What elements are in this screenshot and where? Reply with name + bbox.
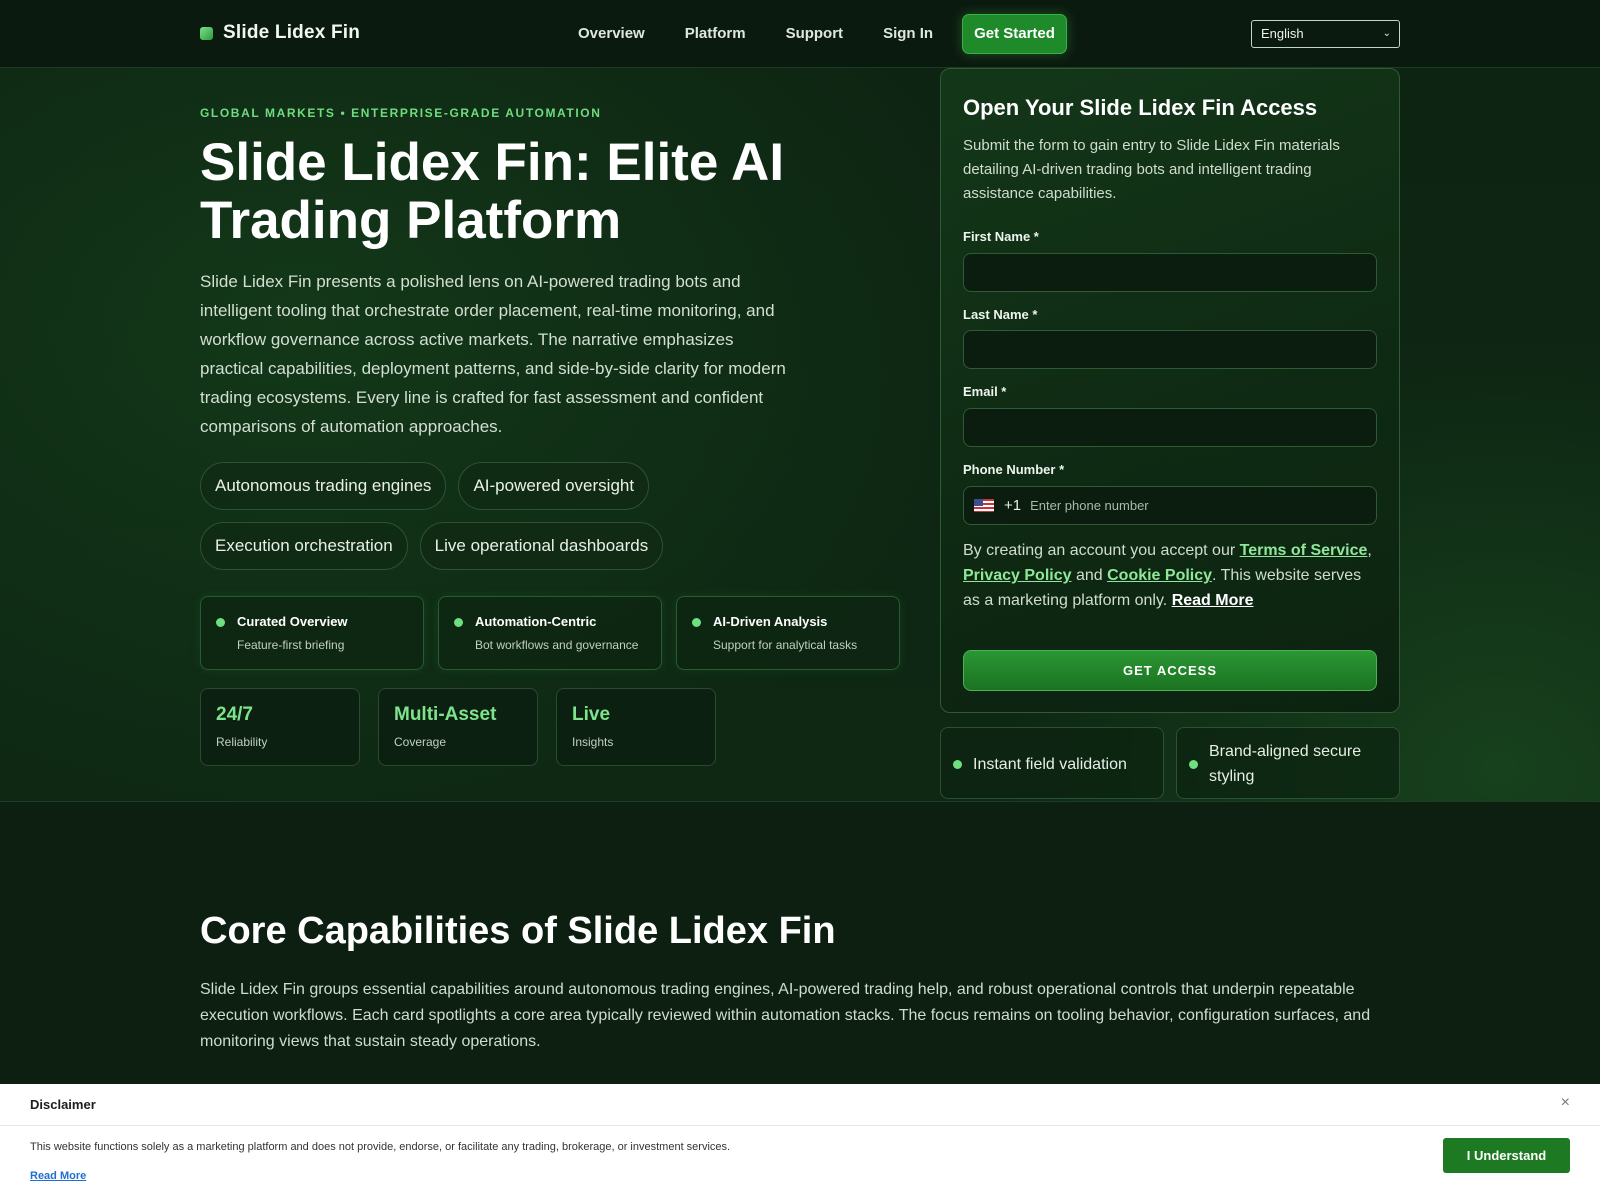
phone-placeholder: Enter phone number <box>1030 498 1149 513</box>
status-dot-icon <box>953 760 962 769</box>
stat-label: Insights <box>572 735 614 749</box>
hero-section: GLOBAL MARKETS • ENTERPRISE-GRADE AUTOMA… <box>0 68 1600 802</box>
close-icon[interactable]: × <box>1561 1094 1570 1112</box>
feature-title: AI-Driven Analysis <box>713 614 828 629</box>
chip: AI-powered oversight <box>458 462 650 510</box>
get-access-button[interactable]: GET ACCESS <box>963 650 1377 691</box>
disclaimer-text: This website functions solely as a marke… <box>30 1141 731 1153</box>
hero-description: Slide Lidex Fin presents a polished lens… <box>200 272 786 436</box>
feature-cards: Curated Overview Feature-first briefing … <box>200 596 900 670</box>
nav-link-sign-in[interactable]: Sign In <box>883 14 933 54</box>
disclaimer-read-more-link[interactable]: Read More <box>30 1170 86 1182</box>
chip: Execution orchestration <box>200 522 408 570</box>
language-select[interactable]: English ⌄ <box>1251 20 1400 48</box>
phone-label: Phone Number * <box>963 462 1065 477</box>
form-description: Submit the form to gain entry to Slide L… <box>963 137 1340 202</box>
feature-subtitle: Support for analytical tasks <box>713 638 858 652</box>
stat-value: Live <box>572 704 611 725</box>
terms-of-service-link[interactable]: Terms of Service <box>1240 542 1368 559</box>
feature-card: AI-Driven Analysis Support for analytica… <box>676 596 900 670</box>
stat-card: Multi-Asset Coverage <box>378 688 538 766</box>
cookie-policy-link[interactable]: Cookie Policy <box>1107 567 1212 584</box>
form-title: Open Your Slide Lidex Fin Access <box>963 95 1318 120</box>
chevron-down-icon: ⌄ <box>1382 28 1391 39</box>
brand-name: Slide Lidex Fin <box>223 22 361 43</box>
signup-form-card: Open Your Slide Lidex Fin Access Submit … <box>940 68 1400 713</box>
core-section-title: Core Capabilities of Slide Lidex Fin <box>200 910 836 952</box>
stat-card: 24/7 Reliability <box>200 688 360 766</box>
top-navigation-bar: Slide Lidex Fin Overview Platform Suppor… <box>0 0 1600 68</box>
disclaimer-banner: Disclaimer × This website functions sole… <box>0 1084 1600 1200</box>
feature-subtitle: Bot workflows and governance <box>475 638 639 652</box>
get-started-button[interactable]: Get Started <box>962 14 1067 54</box>
main-nav: Overview Platform Support Sign In Get St… <box>578 14 1067 54</box>
brand-logo-icon <box>200 26 213 40</box>
us-flag-icon[interactable] <box>974 499 994 512</box>
status-dot-icon <box>692 618 701 627</box>
chip: Live operational dashboards <box>419 522 664 570</box>
language-select-value: English <box>1261 26 1304 41</box>
last-name-field[interactable] <box>963 330 1377 369</box>
i-understand-button[interactable]: I Understand <box>1443 1138 1570 1173</box>
disclaimer-header: Disclaimer × <box>0 1084 1600 1126</box>
email-label: Email * <box>963 384 1007 399</box>
read-more-link[interactable]: Read More <box>1172 592 1254 609</box>
feature-subtitle: Feature-first briefing <box>237 638 345 652</box>
first-name-label: First Name * <box>963 229 1039 244</box>
nav-link-platform[interactable]: Platform <box>685 14 746 54</box>
feature-title: Automation-Centric <box>475 614 597 629</box>
nav-link-support[interactable]: Support <box>786 14 844 54</box>
assurance-card: Brand-aligned secure styling <box>1176 727 1400 799</box>
disclaimer-title: Disclaimer <box>30 1097 96 1112</box>
stat-label: Coverage <box>394 735 447 749</box>
terms-comma: , <box>1367 542 1372 559</box>
assurance-text: Instant field validation <box>973 756 1127 773</box>
stats-row: 24/7 Reliability Multi-Asset Coverage Li… <box>200 688 716 766</box>
first-name-field[interactable] <box>963 253 1377 292</box>
core-section-description: Slide Lidex Fin groups essential capabil… <box>200 981 1371 1050</box>
hero-eyebrow: GLOBAL MARKETS • ENTERPRISE-GRADE AUTOMA… <box>200 106 602 120</box>
status-dot-icon <box>1189 760 1198 769</box>
feature-title: Curated Overview <box>237 614 348 629</box>
stat-card: Live Insights <box>556 688 716 766</box>
status-dot-icon <box>454 618 463 627</box>
status-dot-icon <box>216 618 225 627</box>
feature-card: Automation-Centric Bot workflows and gov… <box>438 596 662 670</box>
terms-and: and <box>1071 567 1108 584</box>
brand[interactable]: Slide Lidex Fin <box>200 22 360 44</box>
nav-link-overview[interactable]: Overview <box>578 14 645 54</box>
chip: Autonomous trading engines <box>200 462 447 510</box>
email-field[interactable] <box>963 408 1377 447</box>
dial-code: +1 <box>1004 497 1022 514</box>
stat-label: Reliability <box>216 735 268 749</box>
stat-value: Multi-Asset <box>394 704 497 725</box>
stat-value: 24/7 <box>216 704 253 725</box>
last-name-label: Last Name * <box>963 307 1038 322</box>
terms-text: By creating an account you accept our Te… <box>963 538 1379 613</box>
hero-title: Slide Lidex Fin: Elite AI Trading Platfo… <box>200 133 785 250</box>
terms-prefix: By creating an account you accept our <box>963 542 1240 559</box>
phone-field[interactable]: +1 Enter phone number <box>963 486 1377 525</box>
capability-chips: Autonomous trading engines AI-powered ov… <box>200 462 860 570</box>
assurance-text: Brand-aligned secure styling <box>1209 743 1362 785</box>
privacy-policy-link[interactable]: Privacy Policy <box>963 567 1072 584</box>
feature-card: Curated Overview Feature-first briefing <box>200 596 424 670</box>
assurance-card: Instant field validation <box>940 727 1164 799</box>
